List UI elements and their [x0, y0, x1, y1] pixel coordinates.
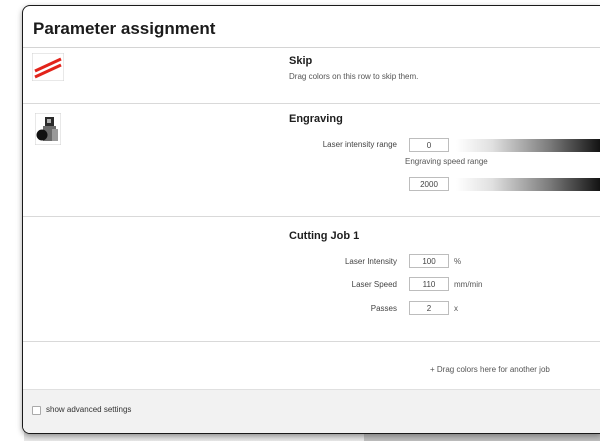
section-divider [23, 103, 600, 104]
advanced-settings-label[interactable]: show advanced settings [46, 405, 131, 414]
intensity-gradient-bar[interactable] [456, 139, 600, 152]
laser-speed-input[interactable] [409, 277, 449, 291]
dialog-footer: show advanced settings [23, 390, 600, 433]
engraving-speed-range-input[interactable] [409, 177, 449, 191]
advanced-settings-checkbox[interactable] [32, 406, 41, 415]
passes-unit: x [454, 304, 458, 313]
speed-gradient-bar[interactable] [456, 178, 600, 191]
laser-speed-unit: mm/min [454, 280, 483, 289]
section-divider [23, 216, 600, 217]
passes-input[interactable] [409, 301, 449, 315]
engraving-heading: Engraving [289, 113, 343, 125]
laser-intensity-unit: % [454, 257, 462, 266]
skip-heading: Skip [289, 55, 313, 67]
title-divider [23, 47, 600, 48]
skip-hint: Drag colors on this row to skip them. [289, 72, 419, 81]
engraving-speed-range-label: Engraving speed range [405, 157, 488, 166]
background-window [0, 0, 20, 441]
laser-intensity-label: Laser Intensity [344, 257, 397, 266]
engraving-photo-icon[interactable] [34, 112, 62, 146]
dialog-title: Parameter assignment [33, 19, 216, 38]
section-divider [23, 341, 600, 342]
new-job-drop-zone[interactable]: + Drag colors here for another job [430, 365, 550, 374]
parameter-assignment-dialog: Parameter assignment Skip Drag colors on… [22, 5, 600, 434]
laser-intensity-range-label: Laser intensity range [322, 140, 397, 149]
laser-speed-label: Laser Speed [351, 280, 397, 289]
red-stripes-icon[interactable] [31, 52, 65, 82]
laser-intensity-range-input[interactable] [409, 138, 449, 152]
laser-intensity-input[interactable] [409, 254, 449, 268]
passes-label: Passes [370, 304, 397, 313]
cutting-job-heading: Cutting Job 1 [289, 230, 360, 242]
